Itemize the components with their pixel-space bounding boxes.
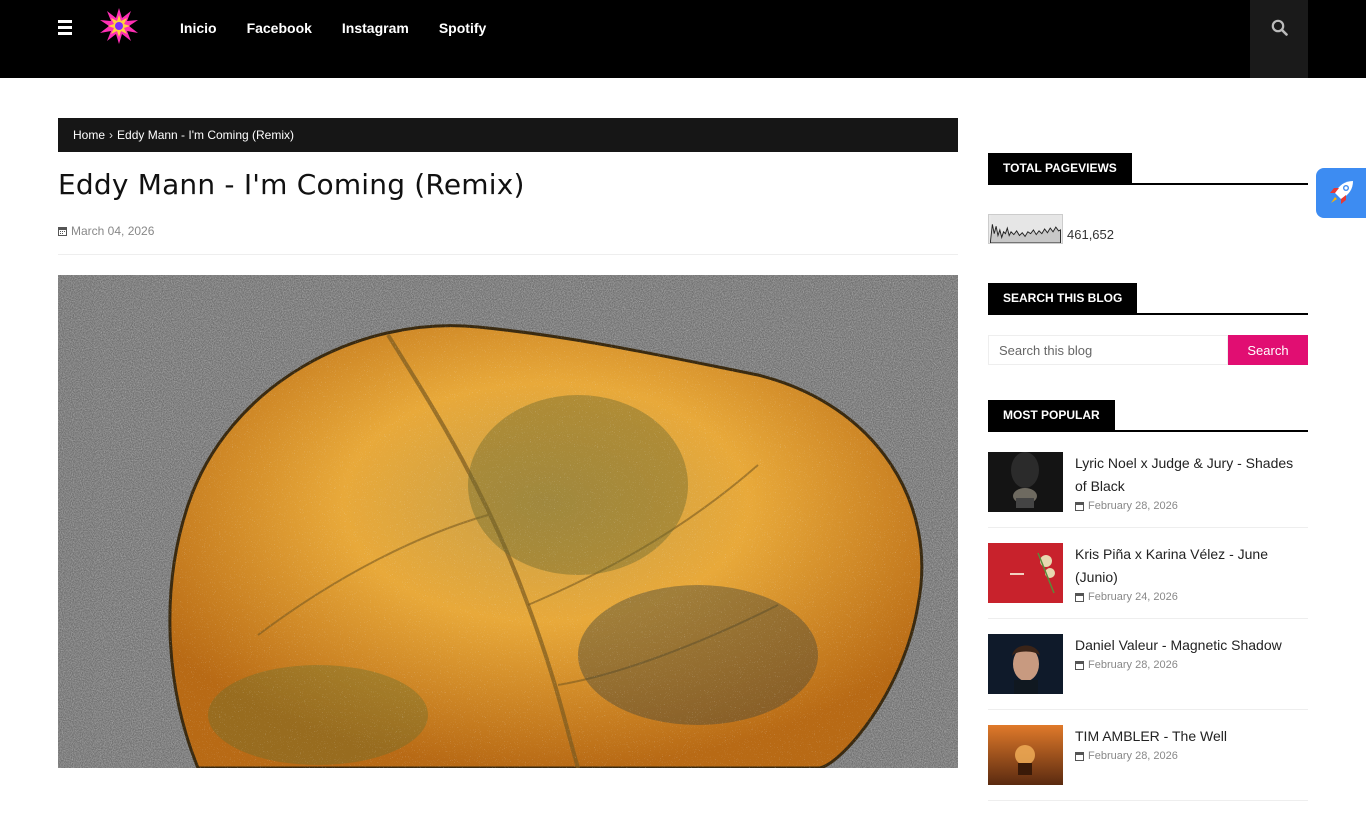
popular-post-item[interactable]: Daniel Valeur - Magnetic Shadow February…: [988, 634, 1308, 710]
pageviews-title-text: Total Pageviews: [988, 153, 1132, 183]
blog-search-button[interactable]: Search: [1228, 335, 1308, 365]
pageviews-sparkline: [988, 214, 1063, 244]
calendar-icon: [1075, 502, 1084, 511]
post-date: March 04, 2026: [58, 224, 154, 238]
pageviews-widget-title: Total Pageviews: [988, 153, 1308, 185]
pageviews-counter: 461,652: [988, 204, 1308, 244]
pageviews-count: 461,652: [1067, 227, 1114, 242]
calendar-icon: [1075, 661, 1084, 670]
popular-post-date: February 28, 2026: [1075, 750, 1227, 762]
popular-post-title[interactable]: Kris Piña x Karina Vélez - June (Junio): [1075, 543, 1308, 589]
search-icon: [1271, 19, 1288, 36]
breadcrumb-current: Eddy Mann - I'm Coming (Remix): [117, 128, 295, 142]
nav-item-instagram[interactable]: Instagram: [342, 20, 409, 36]
popular-post-item[interactable]: TIM AMBLER - The Well February 28, 2026: [988, 725, 1308, 801]
breadcrumb: Home › Eddy Mann - I'm Coming (Remix): [58, 118, 958, 152]
post-featured-image: [58, 275, 958, 768]
popular-post-date: February 24, 2026: [1075, 591, 1308, 603]
popular-title-text: Most Popular: [988, 400, 1115, 430]
breadcrumb-home-link[interactable]: Home: [73, 128, 105, 142]
popular-widget-title: Most Popular: [988, 400, 1308, 432]
site-logo[interactable]: [100, 8, 138, 44]
search-widget-title: Search This Blog: [988, 283, 1308, 315]
popular-post-title[interactable]: TIM AMBLER - The Well: [1075, 725, 1227, 748]
popular-post-date-text: February 28, 2026: [1088, 659, 1178, 671]
blog-search-input[interactable]: [988, 335, 1228, 365]
popular-post-date-text: February 28, 2026: [1088, 500, 1178, 512]
sidebar: Total Pageviews 461,652 Search This Blog…: [988, 153, 1308, 816]
main-nav: Inicio Facebook Instagram Spotify: [180, 0, 516, 56]
breadcrumb-separator: ›: [109, 128, 114, 142]
nav-item-inicio[interactable]: Inicio: [180, 20, 217, 36]
calendar-icon: [1075, 593, 1084, 602]
popular-post-date-text: February 24, 2026: [1088, 591, 1178, 603]
popular-post-item[interactable]: Lyric Noel x Judge & Jury - Shades of Bl…: [988, 452, 1308, 528]
search-title-text: Search This Blog: [988, 283, 1138, 313]
popular-post-date: February 28, 2026: [1075, 659, 1282, 671]
popular-post-thumbnail[interactable]: [988, 725, 1063, 785]
calendar-icon: [1075, 752, 1084, 761]
post-header-divider: [58, 254, 958, 255]
popular-post-date: February 28, 2026: [1075, 500, 1308, 512]
header-search-button[interactable]: [1250, 0, 1308, 78]
hamburger-icon[interactable]: [58, 20, 74, 36]
popular-post-thumbnail[interactable]: [988, 543, 1063, 603]
blog-search-form: Search: [988, 335, 1308, 365]
popular-post-title[interactable]: Lyric Noel x Judge & Jury - Shades of Bl…: [1075, 452, 1308, 498]
scroll-top-button[interactable]: [1316, 168, 1366, 218]
popular-post-title[interactable]: Daniel Valeur - Magnetic Shadow: [1075, 634, 1282, 657]
popular-post-date-text: February 28, 2026: [1088, 750, 1178, 762]
nav-item-facebook[interactable]: Facebook: [247, 20, 312, 36]
post-date-text: March 04, 2026: [71, 224, 155, 238]
popular-post-thumbnail[interactable]: [988, 634, 1063, 694]
post-title: Eddy Mann - I'm Coming (Remix): [58, 168, 525, 201]
popular-post-item[interactable]: Kris Piña x Karina Vélez - June (Junio) …: [988, 543, 1308, 619]
calendar-icon: [58, 227, 67, 236]
rocket-icon: [1330, 181, 1353, 204]
nav-item-spotify[interactable]: Spotify: [439, 20, 486, 36]
top-navigation-bar: Inicio Facebook Instagram Spotify: [0, 0, 1366, 78]
popular-post-thumbnail[interactable]: [988, 452, 1063, 512]
